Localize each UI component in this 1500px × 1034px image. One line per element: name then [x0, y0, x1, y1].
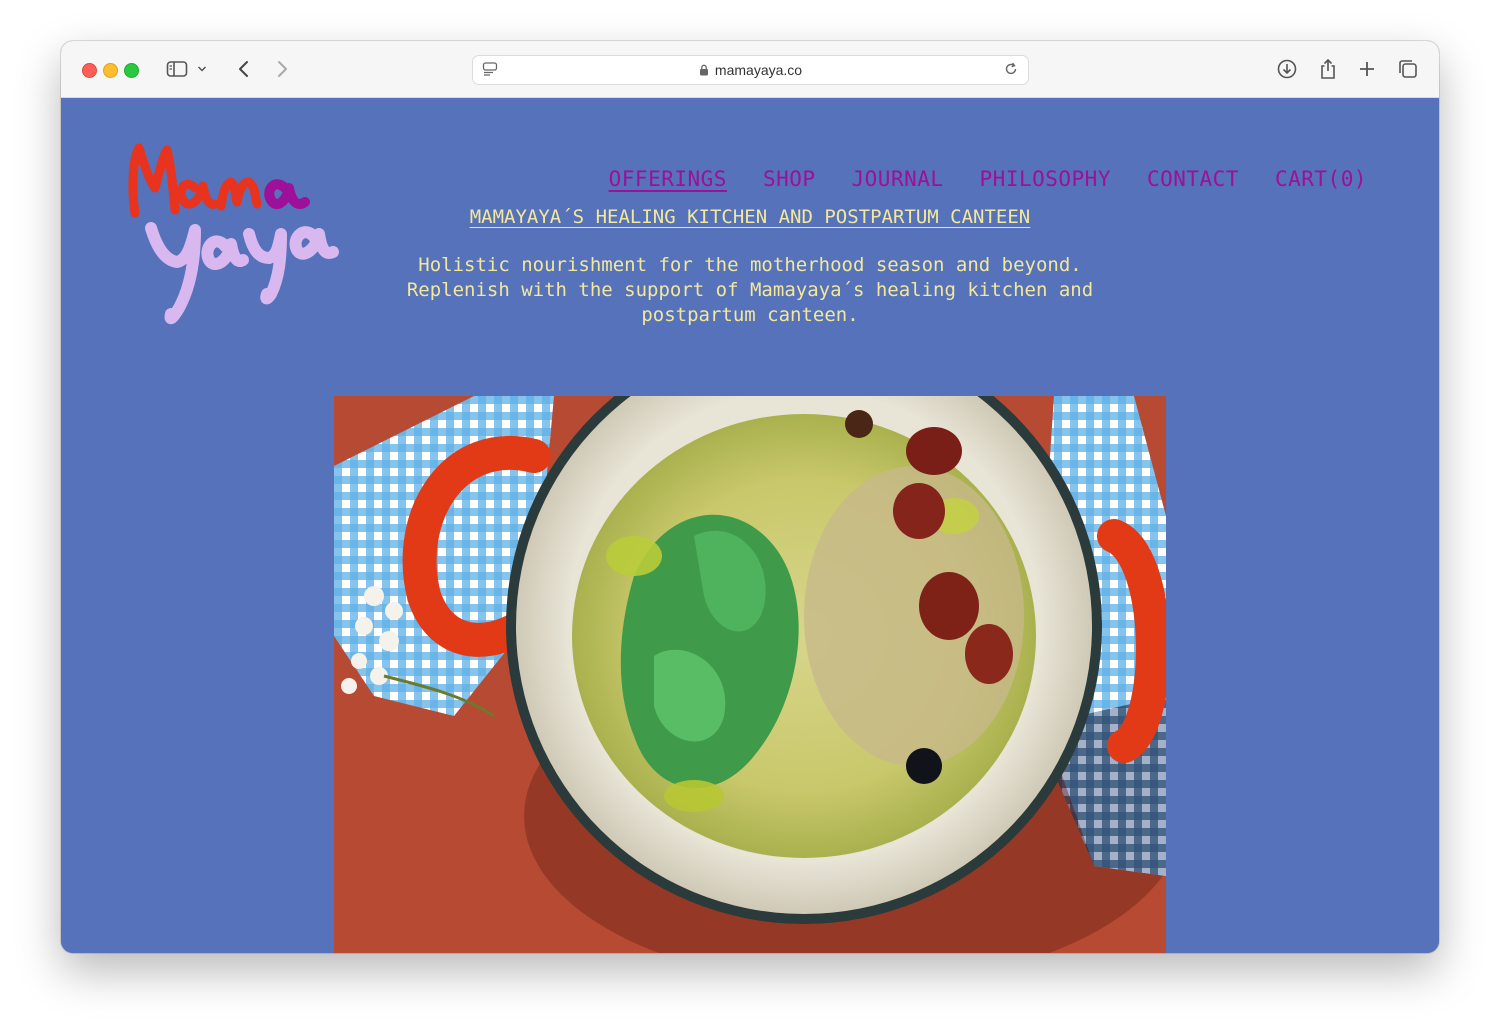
nav-journal[interactable]: JOURNAL: [852, 167, 944, 191]
browser-window: mamayaya.co OFFERINGS SHOP JOURNAL PHILO…: [61, 41, 1439, 953]
reload-icon[interactable]: [998, 56, 1024, 82]
url-text: mamayaya.co: [714, 62, 803, 78]
address-bar[interactable]: mamayaya.co: [472, 55, 1029, 85]
chevron-down-icon[interactable]: [195, 56, 209, 82]
tagline-line: Holistic nourishment for the motherhood …: [418, 254, 1082, 276]
sidebar-toggle-icon[interactable]: [164, 56, 190, 82]
back-icon[interactable]: [231, 56, 257, 82]
tagline-line: Replenish with the support of Mamayaya´s…: [406, 279, 1094, 301]
lock-icon: [699, 63, 709, 79]
page-headline: MAMAYAYA´S HEALING KITCHEN AND POSTPARTU…: [61, 206, 1439, 228]
nav-shop[interactable]: SHOP: [763, 167, 816, 191]
tab-overview-icon[interactable]: [1395, 56, 1421, 82]
nav-contact[interactable]: CONTACT: [1147, 167, 1239, 191]
headline-link[interactable]: MAMAYAYA´S HEALING KITCHEN AND POSTPARTU…: [470, 206, 1031, 228]
new-tab-icon[interactable]: [1354, 56, 1380, 82]
minimize-window-button[interactable]: [103, 63, 118, 78]
close-window-button[interactable]: [82, 63, 97, 78]
hero-image-soup-pot: [334, 396, 1166, 953]
share-icon[interactable]: [1315, 56, 1341, 82]
nav-cart[interactable]: CART(0): [1275, 167, 1367, 191]
tagline-line: postpartum canteen.: [641, 304, 859, 326]
forward-icon[interactable]: [269, 56, 295, 82]
download-icon[interactable]: [1274, 56, 1300, 82]
main-nav: OFFERINGS SHOP JOURNAL PHILOSOPHY CONTAC…: [609, 167, 1367, 191]
web-page: OFFERINGS SHOP JOURNAL PHILOSOPHY CONTAC…: [61, 98, 1439, 953]
zoom-window-button[interactable]: [124, 63, 139, 78]
nav-offerings[interactable]: OFFERINGS: [609, 167, 727, 191]
page-tagline: Holistic nourishment for the motherhood …: [61, 253, 1439, 328]
browser-toolbar: mamayaya.co: [61, 41, 1439, 98]
nav-philosophy[interactable]: PHILOSOPHY: [980, 167, 1111, 191]
